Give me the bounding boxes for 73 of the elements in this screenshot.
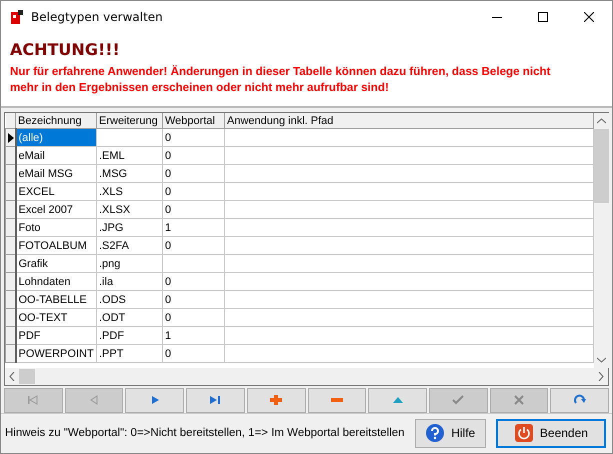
hint-text: Hinweis zu "Webportal": 0=>Nicht bereitstellen, 1=> Im Webportal bereitstellen: [5, 427, 405, 440]
table-cell: .ila: [96, 272, 162, 290]
last-record-icon: [208, 394, 222, 406]
table-cell: 0: [162, 272, 224, 290]
app-icon: [9, 8, 25, 24]
warning-heading: ACHTUNG!!!: [10, 40, 121, 59]
table-cell: 0: [162, 290, 224, 308]
column-header[interactable]: Anwendung inkl. Pfad: [224, 113, 594, 128]
table-cell: eMail MSG: [16, 164, 96, 182]
help-icon: [425, 423, 446, 444]
table-cell: .PDF: [96, 326, 162, 344]
scroll-thumb[interactable]: [19, 368, 35, 384]
scroll-thumb[interactable]: [594, 129, 609, 203]
table-cell: EXCEL: [16, 182, 96, 200]
navigator-button[interactable]: [308, 388, 366, 413]
table-cell: PDF: [16, 326, 96, 344]
power-icon: [514, 423, 534, 444]
table-cell: [162, 254, 224, 272]
help-button[interactable]: Hilfe: [414, 418, 486, 448]
table-cell: 0: [162, 200, 224, 218]
scroll-right-icon: [598, 372, 604, 381]
table-cell: .MSG: [96, 164, 162, 182]
scroll-down-icon: [597, 356, 606, 363]
plus-icon: [269, 394, 284, 406]
column-header[interactable]: Webportal: [162, 113, 224, 128]
checkmark-icon: [451, 394, 466, 406]
table-cell: .XLS: [96, 182, 162, 200]
table-cell: 0: [162, 146, 224, 164]
first-record-icon: [26, 394, 40, 406]
table-cell: [96, 128, 162, 146]
table-cell: .JPG: [96, 218, 162, 236]
table-cell: POWERPOINT: [16, 344, 96, 362]
close-icon: [584, 12, 594, 22]
table-cell: .png: [96, 254, 162, 272]
cross-icon: [512, 394, 526, 406]
table-cell: FOTOALBUM: [16, 236, 96, 254]
row-indicator[interactable]: [6, 128, 16, 146]
scroll-up-icon: [597, 118, 606, 124]
table-cell: .ODS: [96, 290, 162, 308]
navigator-button[interactable]: [186, 388, 245, 413]
column-header[interactable]: Erweiterung: [96, 113, 162, 128]
table-cell: Excel 2007: [16, 200, 96, 218]
table-cell: eMail: [16, 146, 96, 164]
maximize-icon: [538, 12, 548, 22]
table-cell: .EML: [96, 146, 162, 164]
table-cell: 1: [162, 326, 224, 344]
table-cell: Lohndaten: [16, 272, 96, 290]
window-title: Belegtypen verwalten: [31, 10, 164, 24]
table-cell: .S2FA: [96, 236, 162, 254]
refresh-icon: [572, 394, 587, 406]
table-cell: .XLSX: [96, 200, 162, 218]
horizontal-scrollbar[interactable]: [5, 368, 608, 385]
column-header[interactable]: Bezeichnung: [16, 113, 96, 128]
exit-button[interactable]: Beenden: [496, 418, 606, 448]
table-cell: Foto: [16, 218, 96, 236]
table-cell: (alle): [16, 128, 96, 146]
vertical-scrollbar[interactable]: [594, 113, 609, 368]
table-cell: .PPT: [96, 344, 162, 362]
table-cell: 1: [162, 218, 224, 236]
table-cell: OO-TABELLE: [16, 290, 96, 308]
navigator-button[interactable]: [246, 388, 306, 413]
table-cell: 0: [162, 128, 224, 146]
table-cell: OO-TEXT: [16, 308, 96, 326]
navigator-button[interactable]: [550, 388, 610, 413]
table-cell: 0: [162, 236, 224, 254]
warning-text: Nur für erfahrene Anwender! Änderungen in dieser Tabelle können dazu führen, dass Belege nicht mehr in den Ergebnissen erscheinen oder nicht mehr aufrufbar sind!: [10, 64, 552, 96]
table-cell: .ODT: [96, 308, 162, 326]
table-cell: 0: [162, 344, 224, 362]
table-cell: 0: [162, 164, 224, 182]
scroll-left-icon: [9, 372, 15, 381]
table-cell: Grafik: [16, 254, 96, 272]
table-cell: 0: [162, 182, 224, 200]
table-cell: 0: [162, 308, 224, 326]
